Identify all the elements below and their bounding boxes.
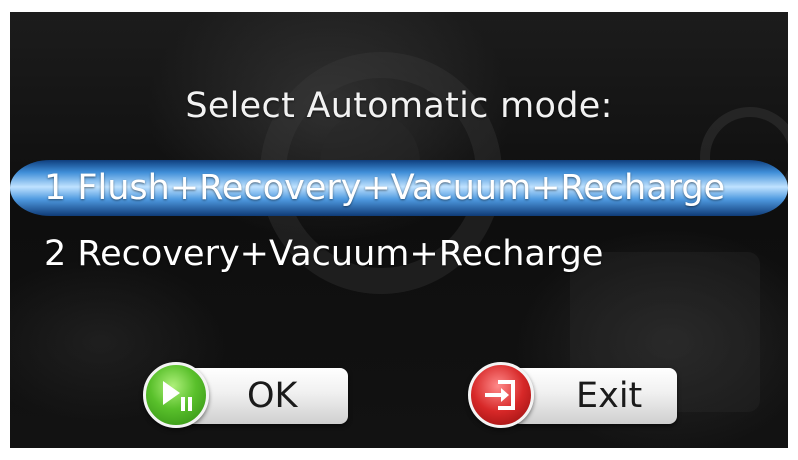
screen: Select Automatic mode: 1 Flush+Recovery+…: [10, 12, 788, 448]
mode-option-1[interactable]: 1 Flush+Recovery+Vacuum+Recharge: [10, 160, 788, 216]
mode-option-2[interactable]: 2 Recovery+Vacuum+Recharge: [10, 226, 788, 282]
ok-button[interactable]: OK: [143, 362, 348, 428]
exit-icon: [468, 362, 534, 428]
exit-button[interactable]: Exit: [468, 362, 677, 428]
exit-button-label: Exit: [576, 376, 643, 416]
play-pause-icon: [143, 362, 209, 428]
page-title: Select Automatic mode:: [185, 86, 613, 126]
ok-button-label: OK: [247, 376, 298, 416]
